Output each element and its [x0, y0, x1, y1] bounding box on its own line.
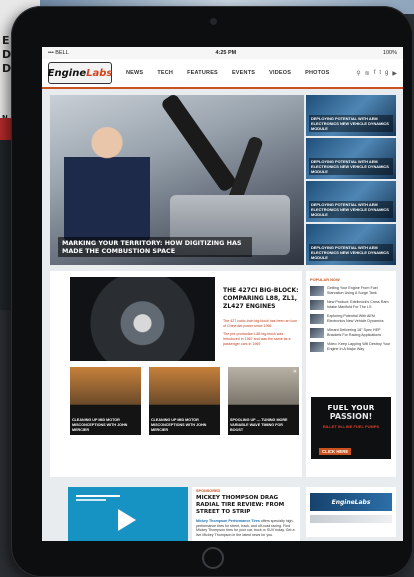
right-ad-banner: EngineLabs: [310, 493, 392, 511]
sponsored-body: Mickey Thompson Performance Tires offers…: [196, 519, 296, 537]
site-nav: Engine Labs NEWS TECH FEATURES EVENTS VID…: [42, 59, 403, 89]
sidebar-thumb: [310, 342, 324, 352]
sidebar-item-text: Exploring Potential With AEM Electronics…: [327, 314, 384, 323]
feature-bullet: The pre-production L88 big-block was int…: [223, 332, 291, 346]
sponsored-tag: SPONSORED: [196, 489, 221, 493]
main-column: THE 427CI BIG-BLOCK: COMPARING L88, ZL1,…: [50, 271, 302, 477]
sidebar-thumb: [310, 328, 324, 338]
sidebar-item[interactable]: New Product: Edelbrock's Cross Ram Intak…: [310, 300, 392, 310]
site-logo[interactable]: Engine Labs: [48, 62, 112, 84]
right-ad[interactable]: EngineLabs: [306, 487, 396, 537]
sidebar-thumb: [310, 286, 324, 296]
front-camera: [210, 18, 217, 25]
search-icon[interactable]: ⚲: [356, 70, 360, 77]
sidebar-column: POPULAR NOW Getting Your Engine From Fue…: [306, 271, 396, 477]
youtube-icon[interactable]: ▶: [392, 70, 397, 77]
video-subtitle-bar: [76, 499, 106, 501]
battery-text: 100%: [382, 50, 397, 56]
side-story[interactable]: DEPLOYING POTENTIAL WITH AEM ELECTRONICS…: [306, 224, 396, 265]
hero-section: MARKING YOUR TERRITORY: HOW DIGITIZING H…: [42, 91, 403, 269]
side-story-label: DEPLOYING POTENTIAL WITH AEM ELECTRONICS…: [309, 158, 393, 175]
sidebar-thumb: [310, 314, 324, 324]
sidebar-thumb: [310, 300, 324, 310]
menu-item-videos[interactable]: VIDEOS: [269, 70, 291, 76]
sidebar-item[interactable]: Exploring Potential With AEM Electronics…: [310, 314, 392, 324]
thumbnail-caption: CLEANING UP MID MOTOR MISCONCEPTIONS WIT…: [151, 418, 207, 432]
thumbnail-story[interactable]: CLEANING UP MID MOTOR MISCONCEPTIONS WIT…: [70, 367, 141, 435]
twitter-icon[interactable]: t: [379, 70, 381, 77]
sidebar-item[interactable]: Video: Keep Lapping Will Destroy Your En…: [310, 342, 392, 352]
social-icons: ⚲ ≋ f t g ▶: [356, 70, 397, 77]
thumbnail-row: CLEANING UP MID MOTOR MISCONCEPTIONS WIT…: [70, 367, 300, 435]
menu-item-photos[interactable]: PHOTOS: [305, 70, 329, 76]
menu-item-events[interactable]: EVENTS: [232, 70, 255, 76]
side-story[interactable]: DEPLOYING POTENTIAL WITH AEM ELECTRONICS…: [306, 181, 396, 222]
thumbnail-caption: CLEANING UP MID MOTOR MISCONCEPTIONS WIT…: [72, 418, 128, 432]
digitizer-arm-image: [160, 95, 238, 194]
fuel-pump-ad[interactable]: FUEL YOUR PASSION! BILLET IN-LINE FUEL P…: [311, 397, 391, 459]
carrier-text: ••• BELL: [48, 50, 69, 56]
sidebar-item-text: Video: Keep Lapping Will Destroy Your En…: [327, 342, 391, 351]
video-title-bar: [76, 495, 120, 497]
home-button[interactable]: [202, 547, 224, 569]
sponsored-brand: Mickey Thompson Performance Tires: [196, 519, 260, 523]
right-ad-line: [310, 515, 392, 523]
thumbnail-story[interactable]: ✕ SPOOLING UP — TUNING MORE VARIABLE WAV…: [228, 367, 299, 435]
ad-headline: PASSION!: [329, 412, 373, 421]
sidebar-title: POPULAR NOW: [310, 277, 340, 282]
feature-bullet: The 427 cubic-inch big-block has been an…: [223, 319, 298, 328]
hero-side-stories: DEPLOYING POTENTIAL WITH AEM ELECTRONICS…: [306, 95, 396, 265]
googleplus-icon[interactable]: g: [385, 70, 388, 77]
background-letter: E: [2, 34, 10, 47]
main-menu: NEWS TECH FEATURES EVENTS VIDEOS PHOTOS: [126, 70, 343, 76]
tablet-screen: ••• BELL 4:25 PM 100% Engine Labs NEWS TE…: [42, 47, 403, 541]
side-story-label: DEPLOYING POTENTIAL WITH AEM ELECTRONICS…: [309, 244, 393, 261]
menu-item-news[interactable]: NEWS: [126, 70, 143, 76]
menu-item-features[interactable]: FEATURES: [187, 70, 218, 76]
status-bar: ••• BELL 4:25 PM 100%: [42, 47, 403, 59]
tablet-frame: ••• BELL 4:25 PM 100% Engine Labs NEWS TE…: [11, 6, 413, 577]
background-letter: D: [2, 62, 12, 75]
sidebar-item-text: Getting Your Engine From Fuel Starvation…: [327, 286, 378, 295]
side-story-label: DEPLOYING POTENTIAL WITH AEM ELECTRONICS…: [309, 115, 393, 132]
hero-main-story[interactable]: MARKING YOUR TERRITORY: HOW DIGITIZING H…: [50, 95, 304, 265]
sidebar-item-text: New Product: Edelbrock's Cross Ram Intak…: [327, 300, 389, 309]
background-letter: D: [2, 48, 12, 61]
clock-text: 4:25 PM: [215, 50, 237, 56]
sidebar-item[interactable]: Vibrant Delivering 18" Spec HEP Brackets…: [310, 328, 392, 338]
lower-section: 🔈 SPONSORED MICKEY THOMPSON DRAG RADIAL …: [50, 479, 396, 541]
feature-engine-image[interactable]: [70, 277, 215, 361]
hero-person-image: [64, 121, 150, 241]
sidebar-item[interactable]: Getting Your Engine From Fuel Starvation…: [310, 286, 392, 296]
hero-caption[interactable]: MARKING YOUR TERRITORY: HOW DIGITIZING H…: [58, 237, 252, 257]
logo-text-right: Labs: [86, 67, 113, 79]
ad-headline: FUEL YOUR: [327, 403, 375, 412]
facebook-icon[interactable]: f: [374, 70, 376, 77]
video-player[interactable]: 🔈: [68, 487, 188, 541]
side-story-label: DEPLOYING POTENTIAL WITH AEM ELECTRONICS…: [309, 201, 393, 218]
side-story[interactable]: DEPLOYING POTENTIAL WITH AEM ELECTRONICS…: [306, 138, 396, 179]
sponsored-article[interactable]: SPONSORED MICKEY THOMPSON DRAG RADIAL TI…: [192, 487, 300, 541]
ad-subline: BILLET IN-LINE FUEL PUMPS: [322, 424, 380, 429]
menu-item-tech[interactable]: TECH: [157, 70, 173, 76]
close-icon[interactable]: ✕: [293, 369, 297, 375]
play-icon[interactable]: [118, 509, 136, 531]
side-story[interactable]: DEPLOYING POTENTIAL WITH AEM ELECTRONICS…: [306, 95, 396, 136]
sponsored-title[interactable]: MICKEY THOMPSON DRAG RADIAL TIRE REVIEW:…: [196, 495, 296, 516]
feature-bullets: The 427 cubic-inch big-block has been an…: [223, 319, 299, 350]
thumbnail-caption: SPOOLING UP — TUNING MORE VARIABLE WAVE …: [230, 418, 288, 432]
sidebar-item-text: Vibrant Delivering 18" Spec HEP Brackets…: [327, 328, 382, 337]
logo-text-left: Engine: [47, 67, 87, 79]
thumbnail-story[interactable]: CLEANING UP MID MOTOR MISCONCEPTIONS WIT…: [149, 367, 220, 435]
feature-title[interactable]: THE 427CI BIG-BLOCK: COMPARING L88, ZL1,…: [223, 287, 299, 311]
ad-cta-button[interactable]: CLICK HERE: [319, 448, 352, 455]
rss-icon[interactable]: ≋: [365, 70, 370, 77]
